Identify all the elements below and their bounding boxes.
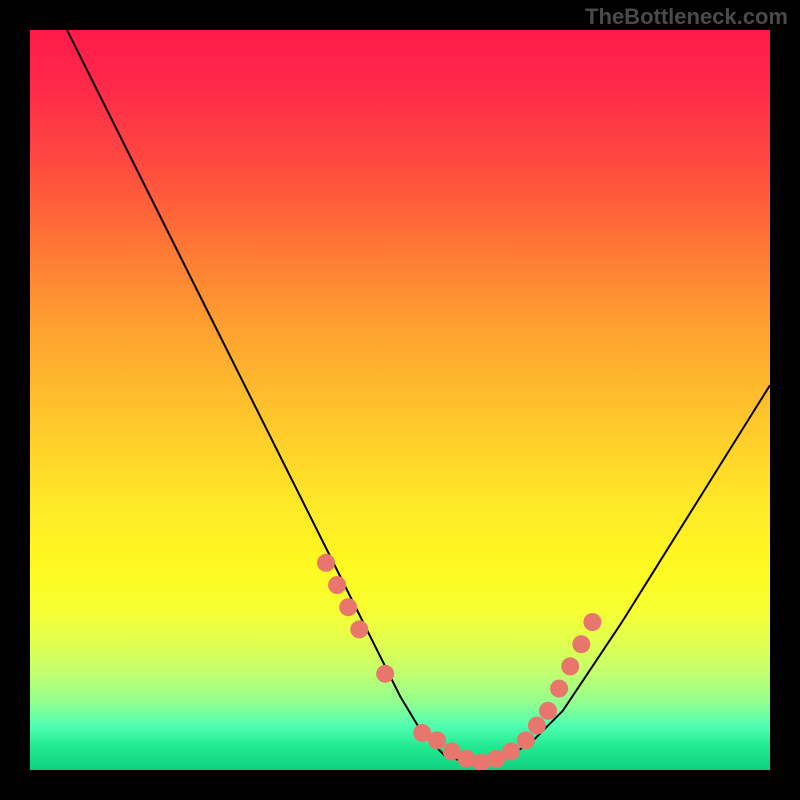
- highlight-dot: [517, 731, 535, 749]
- highlight-dot: [572, 635, 590, 653]
- chart-svg: [30, 30, 770, 770]
- highlight-dot: [550, 680, 568, 698]
- watermark-text: TheBottleneck.com: [585, 4, 788, 30]
- highlight-dot: [539, 702, 557, 720]
- highlight-dot: [583, 613, 601, 631]
- highlight-dot: [528, 717, 546, 735]
- highlight-dot: [561, 657, 579, 675]
- highlight-dot: [328, 576, 346, 594]
- highlight-dots-group: [317, 554, 601, 770]
- highlight-dot: [350, 620, 368, 638]
- highlight-dot: [317, 554, 335, 572]
- highlight-dot: [376, 665, 394, 683]
- highlight-dot: [502, 743, 520, 761]
- highlight-dot: [428, 731, 446, 749]
- plot-area: [30, 30, 770, 770]
- bottleneck-curve: [67, 30, 770, 763]
- highlight-dot: [339, 598, 357, 616]
